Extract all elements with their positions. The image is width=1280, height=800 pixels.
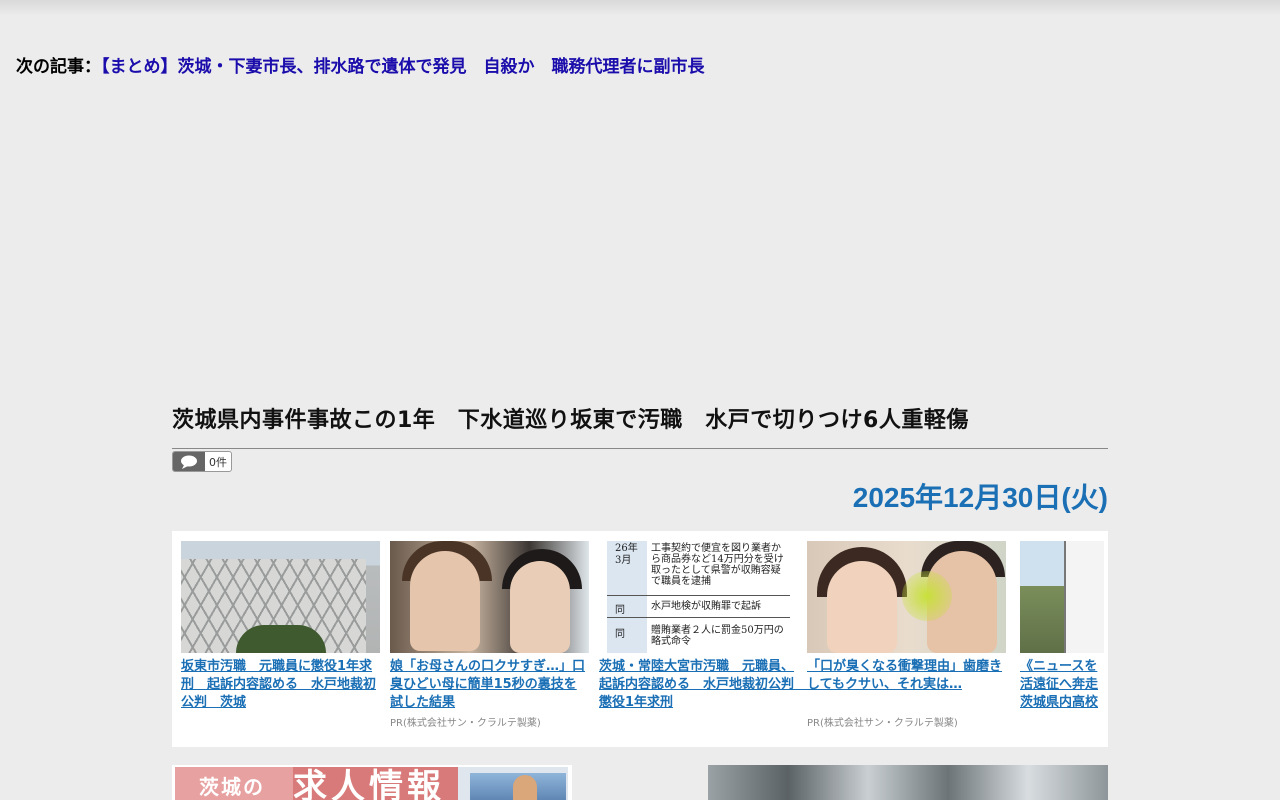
banner-main-text: 求人情報: [293, 767, 445, 800]
timeline-text: 工事契約で便宜を図り業者から商品券など14万円分を受け取ったとして県警が収賄容疑…: [651, 543, 784, 587]
related-title[interactable]: 娘「お母さんの口クサすぎ…」口臭ひどい母に簡単15秒の裏技を試した結果: [390, 658, 589, 712]
related-thumbnail[interactable]: [390, 541, 589, 653]
related-thumbnail[interactable]: [1020, 541, 1104, 653]
timeline-text: 水戸地検が収賄罪で起訴: [651, 601, 761, 612]
next-article-link[interactable]: 【まとめ】茨城・下妻市長、排水路で遺体で発見 自殺か 職務代理者に副市長: [101, 57, 705, 77]
related-articles: 坂東市汚職 元職員に懲役1年求刑 起訴内容認める 水戸地裁初公判 茨城 娘「お母…: [172, 531, 1108, 747]
article-date: 2025年12月30日(火): [852, 482, 1108, 513]
related-title[interactable]: 「口が臭くなる衝撃理由」歯磨きしてもクサい、それ実は…: [807, 658, 1006, 694]
banner-person-head: [513, 775, 537, 800]
sponsor-label: PR(株式会社サン・クラルテ製薬): [807, 718, 958, 729]
related-title[interactable]: 《ニュースを活遠征へ奔走茨城県内高校: [1020, 658, 1104, 712]
related-card[interactable]: 「口が臭くなる衝撃理由」歯磨きしてもクサい、それ実は…: [807, 541, 1006, 694]
timeline-label: 26年3月: [615, 543, 638, 566]
related-card[interactable]: 坂東市汚職 元職員に懲役1年求刑 起訴内容認める 水戸地裁初公判 茨城: [181, 541, 380, 712]
related-thumbnail[interactable]: [181, 541, 380, 653]
related-card[interactable]: 26年3月 工事契約で便宜を図り業者から商品券など14万円分を受け取ったとして県…: [599, 541, 807, 712]
article-title: 茨城県内事件事故この1年 下水道巡り坂東で汚職 水戸で切りつけ6人重軽傷: [172, 402, 1108, 449]
timeline-label: 同: [615, 605, 625, 616]
next-article-label: 次の記事：: [16, 57, 101, 77]
top-shadow: [0, 0, 1280, 16]
related-card[interactable]: 娘「お母さんの口クサすぎ…」口臭ひどい母に簡単15秒の裏技を試した結果: [390, 541, 589, 712]
timeline-text: 贈賄業者２人に罰金50万円の略式命令: [651, 625, 784, 647]
comment-count: 0件: [209, 455, 227, 469]
job-banner-image[interactable]: 茨城の 求人情報: [175, 767, 568, 800]
related-title[interactable]: 坂東市汚職 元職員に懲役1年求刑 起訴内容認める 水戸地裁初公判 茨城: [181, 658, 380, 712]
related-title[interactable]: 茨城・常陸大宮市汚職 元職員、起訴内容認める 水戸地裁初公判 懲役1年求刑: [599, 658, 807, 712]
related-thumbnail[interactable]: 26年3月 工事契約で便宜を図り業者から商品券など14万円分を受け取ったとして県…: [599, 541, 798, 653]
comment-button[interactable]: 0件: [172, 451, 232, 472]
banner-left-text: 茨城の: [199, 775, 265, 799]
sponsor-label: PR(株式会社サン・クラルテ製薬): [390, 718, 541, 729]
job-banner-ad[interactable]: 茨城の 求人情報: [172, 765, 572, 800]
photo-ad-image[interactable]: [708, 765, 1108, 800]
next-article: 次の記事：【まとめ】茨城・下妻市長、排水路で遺体で発見 自殺か 職務代理者に副市…: [16, 52, 705, 77]
related-thumbnail[interactable]: [807, 541, 1006, 653]
comment-bubble-icon: [173, 452, 205, 471]
related-card[interactable]: 《ニュースを活遠征へ奔走茨城県内高校: [1020, 541, 1104, 712]
timeline-label: 同: [615, 629, 625, 640]
